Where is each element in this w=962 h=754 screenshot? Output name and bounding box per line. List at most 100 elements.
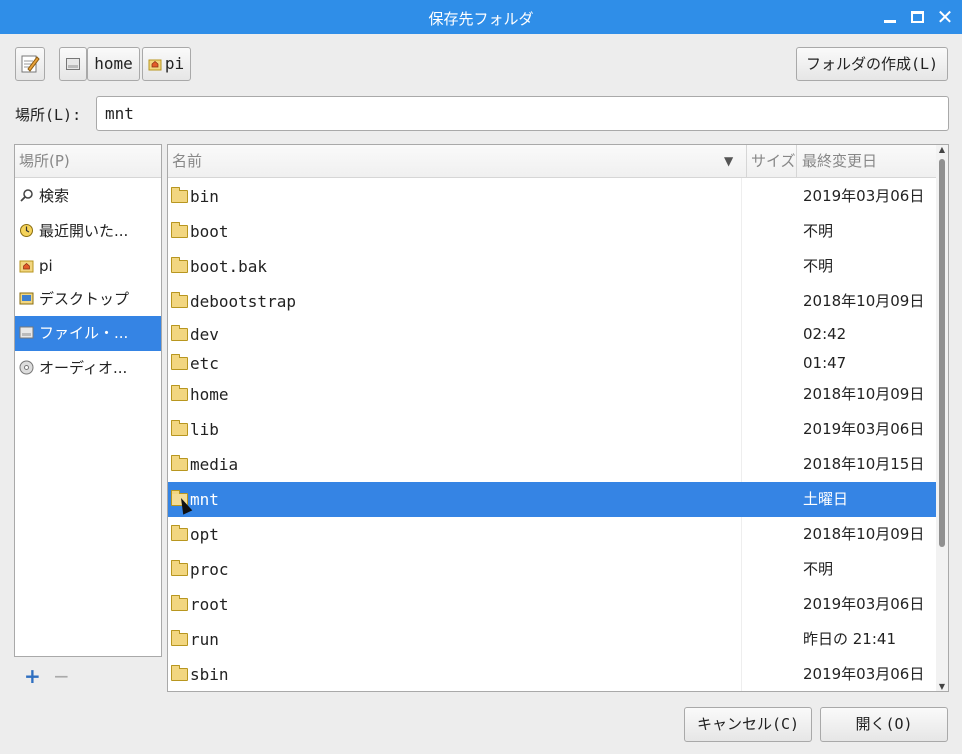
cancel-button[interactable]: キャンセル(C) — [684, 707, 812, 742]
file-row[interactable]: mnt 土曜日 — [168, 482, 936, 517]
title-bar: 保存先フォルダ ✕ — [0, 0, 962, 34]
place-filesystem[interactable]: ファイル・... — [15, 316, 161, 351]
file-list: 名前 ▼ サイズ 最終変更日 bin 2019年03月06日 boot 不明 boot.… — [167, 144, 949, 692]
place-search[interactable]: 検索 — [15, 179, 161, 214]
file-modified: 2018年10月15日 — [803, 455, 925, 473]
sort-chevron-down-icon: ▼ — [724, 154, 734, 168]
folder-icon — [171, 455, 188, 471]
file-name: boot — [190, 222, 229, 241]
place-recent[interactable]: 最近開いた... — [15, 214, 161, 249]
file-row[interactable]: etc 01:47 — [168, 346, 936, 381]
type-location-button[interactable] — [15, 47, 45, 81]
pencil-edit-icon — [21, 55, 40, 73]
window-title: 保存先フォルダ — [428, 10, 534, 28]
home-icon — [19, 260, 34, 273]
folder-icon — [171, 354, 188, 370]
folder-icon — [171, 560, 188, 576]
scroll-up-icon[interactable]: ▲ — [936, 145, 948, 154]
maximize-button[interactable] — [906, 6, 928, 28]
file-modified: 不明 — [803, 560, 834, 578]
file-name: root — [190, 595, 229, 614]
recent-icon — [20, 224, 33, 237]
location-input[interactable]: mnt — [96, 96, 949, 131]
file-row[interactable]: sbin 2019年03月06日 — [168, 657, 936, 691]
file-modified: 土曜日 — [803, 490, 849, 508]
open-button[interactable]: 開く(O) — [820, 707, 948, 742]
file-modified: 2018年10月09日 — [803, 385, 925, 403]
file-row[interactable]: boot 不明 — [168, 214, 936, 249]
folder-icon — [171, 292, 188, 308]
breadcrumb-pi-label: pi — [164, 54, 185, 73]
folder-icon — [171, 665, 188, 681]
file-row[interactable]: opt 2018年10月09日 — [168, 517, 936, 552]
breadcrumb-pi[interactable]: pi — [142, 47, 191, 81]
close-button[interactable]: ✕ — [934, 6, 956, 28]
column-modified[interactable]: 最終変更日 — [796, 145, 877, 178]
minimize-button[interactable] — [879, 6, 901, 28]
vertical-scrollbar[interactable]: ▲ ▼ — [936, 145, 948, 691]
folder-icon — [171, 420, 188, 436]
column-size[interactable]: サイズ — [746, 145, 802, 178]
folder-icon — [171, 187, 188, 203]
file-row[interactable]: lib 2019年03月06日 — [168, 412, 936, 447]
place-audio[interactable]: オーディオ... — [15, 351, 161, 386]
breadcrumb-home[interactable]: home — [87, 47, 140, 81]
breadcrumb-root[interactable] — [59, 47, 87, 81]
file-modified: 2019年03月06日 — [803, 187, 925, 205]
desktop-icon — [19, 292, 34, 305]
file-row[interactable]: proc 不明 — [168, 552, 936, 587]
place-home[interactable]: pi — [15, 249, 161, 284]
create-folder-button[interactable]: フォルダの作成(L) — [796, 47, 948, 81]
folder-icon — [171, 257, 188, 273]
places-sidebar: 場所(P) 検索 最近開いた... pi デスクトップ ファイル・... オーデ… — [14, 144, 162, 657]
file-row[interactable]: run 昨日の 21:41 — [168, 622, 936, 657]
minimize-icon — [884, 20, 896, 23]
folder-icon — [171, 525, 188, 541]
place-label: オーディオ... — [39, 359, 128, 377]
file-name: debootstrap — [190, 292, 296, 311]
file-row[interactable]: media 2018年10月15日 — [168, 447, 936, 482]
scroll-down-icon[interactable]: ▼ — [936, 682, 948, 691]
place-label: 最近開いた... — [39, 222, 129, 240]
file-modified: 2019年03月06日 — [803, 665, 925, 683]
place-label: 検索 — [39, 187, 70, 205]
scrollbar-thumb[interactable] — [939, 159, 945, 547]
file-name: run — [190, 630, 219, 649]
close-icon: ✕ — [936, 5, 954, 29]
folder-icon — [171, 325, 188, 341]
remove-bookmark-button[interactable]: − — [53, 664, 70, 688]
file-modified: 2019年03月06日 — [803, 420, 925, 438]
cd-icon — [19, 360, 34, 375]
place-label: デスクトップ — [39, 290, 130, 308]
file-name: home — [190, 385, 229, 404]
file-row[interactable]: home 2018年10月09日 — [168, 377, 936, 412]
add-bookmark-button[interactable]: + — [24, 664, 41, 688]
file-name: boot.bak — [190, 257, 268, 276]
location-label: 場所(L): — [15, 106, 82, 124]
file-modified: 2019年03月06日 — [803, 595, 925, 613]
file-name: bin — [190, 187, 219, 206]
file-row[interactable]: debootstrap 2018年10月09日 — [168, 284, 936, 319]
column-name[interactable]: 名前 — [172, 145, 202, 178]
places-header: 場所(P) — [15, 145, 161, 178]
file-name: mnt — [190, 490, 219, 509]
file-modified: 2018年10月09日 — [803, 292, 925, 310]
file-row[interactable]: bin 2019年03月06日 — [168, 179, 936, 214]
file-name: media — [190, 455, 239, 474]
file-name: lib — [190, 420, 219, 439]
search-icon — [20, 189, 33, 202]
file-row[interactable]: boot.bak 不明 — [168, 249, 936, 284]
file-modified: 不明 — [803, 222, 834, 240]
disk-icon — [66, 58, 80, 70]
filesystem-icon — [19, 326, 34, 339]
file-row[interactable]: root 2019年03月06日 — [168, 587, 936, 622]
file-list-header: 名前 ▼ サイズ 最終変更日 — [168, 145, 948, 178]
file-modified: 01:47 — [803, 354, 847, 372]
place-label: ファイル・... — [39, 324, 129, 342]
file-name: sbin — [190, 665, 229, 684]
place-desktop[interactable]: デスクトップ — [15, 282, 161, 317]
file-modified: 昨日の 21:41 — [803, 630, 896, 648]
place-label: pi — [39, 257, 53, 275]
folder-icon — [171, 630, 188, 646]
folder-icon — [171, 222, 188, 238]
